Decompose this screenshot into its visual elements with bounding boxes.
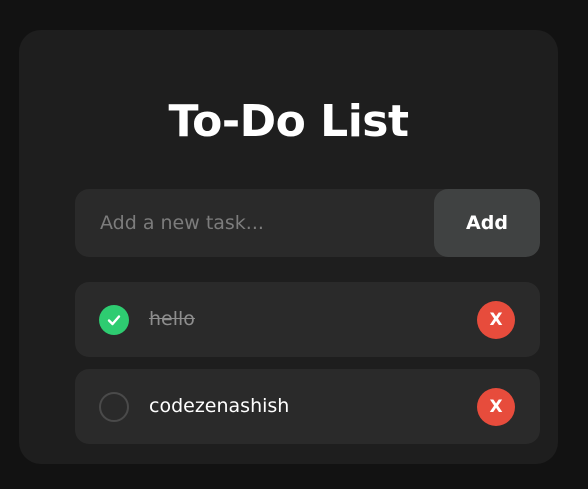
delete-task-button[interactable]: X [477, 388, 515, 426]
incomplete-checkbox[interactable] [99, 392, 129, 422]
task-item: codezenashish X [75, 369, 540, 444]
checkmark-icon [107, 315, 121, 326]
new-task-input[interactable] [75, 189, 434, 257]
task-text[interactable]: codezenashish [149, 369, 289, 444]
completed-checkbox[interactable] [99, 305, 129, 335]
task-item: hello X [75, 282, 540, 357]
new-task-form: Add [75, 189, 540, 257]
todo-card: To-Do List Add hello X codezenashish X [19, 30, 558, 464]
delete-task-button[interactable]: X [477, 301, 515, 339]
add-task-button[interactable]: Add [434, 189, 540, 257]
page-title: To-Do List [168, 96, 409, 147]
task-text[interactable]: hello [149, 282, 195, 357]
